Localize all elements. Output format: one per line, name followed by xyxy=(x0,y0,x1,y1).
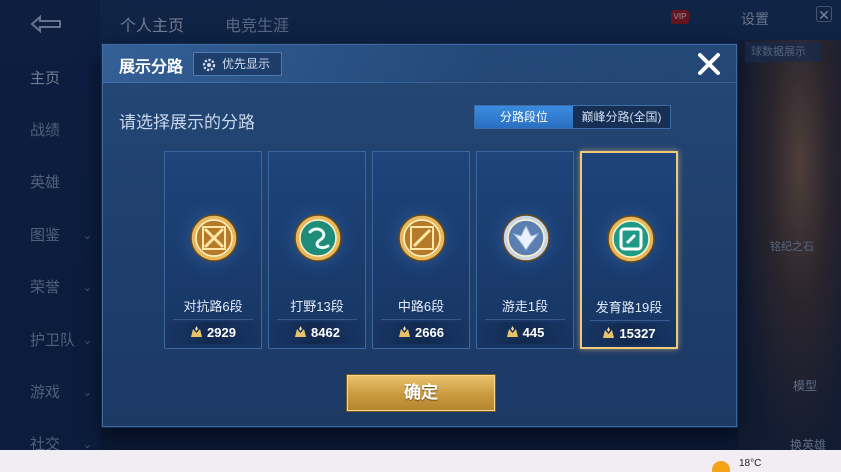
lane-score: 2929 xyxy=(165,322,261,344)
lane-score: 2666 xyxy=(373,322,469,344)
lane-card-list: 对抗路6段 2929 打野13段 8462 中路6段 2666 游走1段 445 发育路19段 1… xyxy=(164,151,678,349)
temperature-label: 18°C xyxy=(739,458,762,469)
lane-card[interactable]: 中路6段 2666 xyxy=(372,151,470,349)
dialog-subtitle: 请选择展示的分路 xyxy=(119,113,255,132)
farm-lane-emblem-icon xyxy=(606,214,656,264)
roam-emblem-icon xyxy=(501,213,551,263)
lane-score: 8462 xyxy=(269,322,365,344)
lane-score-value: 2666 xyxy=(415,325,444,340)
jungle-emblem-icon xyxy=(293,213,343,263)
lane-score-value: 2929 xyxy=(207,325,236,340)
lane-rank-label: 对抗路6段 xyxy=(183,299,243,314)
mid-lane-emblem-icon xyxy=(397,213,447,263)
tab-peak-lane-national[interactable]: 巅峰分路(全国) xyxy=(573,106,670,128)
rank-points-icon xyxy=(190,325,203,337)
lane-score-value: 15327 xyxy=(619,326,656,341)
sun-icon xyxy=(712,461,730,472)
tab-lane-rank[interactable]: 分路段位 xyxy=(475,106,573,128)
divider xyxy=(381,319,461,320)
rank-points-icon xyxy=(294,325,307,337)
lane-rank-label: 中路6段 xyxy=(397,299,445,314)
divider xyxy=(485,319,565,320)
lane-card[interactable]: 发育路19段 15327 xyxy=(580,151,678,349)
dialog-title: 展示分路 xyxy=(119,59,184,76)
lane-rank-label: 打野13段 xyxy=(290,299,344,314)
rank-points-icon xyxy=(602,326,615,338)
close-dialog-icon[interactable] xyxy=(694,49,724,79)
lane-score: 15327 xyxy=(582,323,676,345)
lane-rank-label: 发育路19段 xyxy=(595,300,663,315)
priority-display-button[interactable]: 优先显示 xyxy=(193,52,282,76)
lane-display-dialog: 展示分路 优先显示 请选择展示的分路 分路段位 巅峰分路(全国) 对抗路6段 2… xyxy=(102,44,737,427)
rank-points-icon xyxy=(506,325,519,337)
lane-card[interactable]: 对抗路6段 2929 xyxy=(164,151,262,349)
divider xyxy=(173,319,253,320)
lane-rank-label: 游走1段 xyxy=(501,299,549,314)
dialog-header: 展示分路 优先显示 xyxy=(103,45,736,83)
lane-score-value: 8462 xyxy=(311,325,340,340)
rank-points-icon xyxy=(398,325,411,337)
gear-icon xyxy=(202,57,216,72)
divider xyxy=(277,319,357,320)
confirm-button[interactable]: 确定 xyxy=(347,375,495,411)
lane-mode-toggle: 分路段位 巅峰分路(全国) xyxy=(474,105,671,129)
clash-lane-emblem-icon xyxy=(189,213,239,263)
lane-card[interactable]: 游走1段 445 xyxy=(476,151,574,349)
priority-display-label: 优先显示 xyxy=(222,57,271,71)
lane-card[interactable]: 打野13段 8462 xyxy=(268,151,366,349)
lane-score-value: 445 xyxy=(522,325,545,340)
divider xyxy=(590,320,670,321)
lane-score: 445 xyxy=(477,322,573,344)
app-screen: 主页 战绩 英雄 图鉴 ⌄ 荣誉 ⌄ 护卫队 ⌄ 游戏 ⌄ 社交 ⌄ 个人主页 电竞生涯 VIP 设置 … xyxy=(0,0,841,472)
